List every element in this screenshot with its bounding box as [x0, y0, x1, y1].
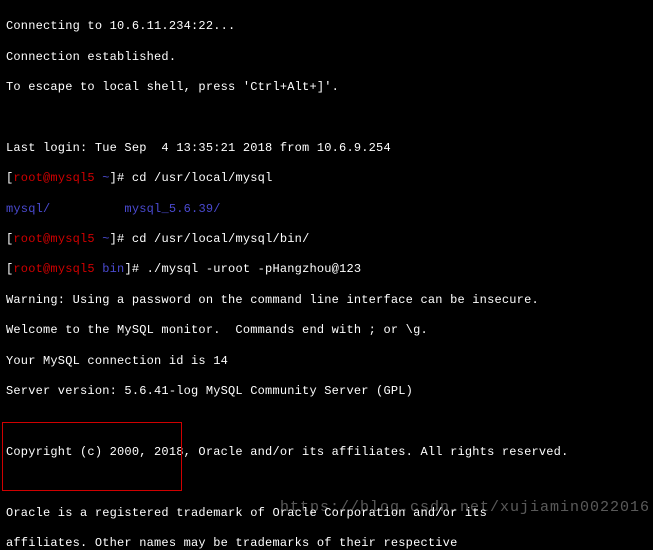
text-line: Copyright (c) 2000, 2018, Oracle and/or … [6, 445, 647, 460]
shell-prompt-line: [root@mysql5 bin]# ./mysql -uroot -pHang… [6, 262, 647, 277]
terminal-output[interactable]: Connecting to 10.6.11.234:22... Connecti… [0, 0, 653, 550]
prompt-cmd: ]# cd /usr/local/mysql [110, 171, 273, 185]
prompt-path: ~ [95, 171, 110, 185]
text-line: Last login: Tue Sep 4 13:35:21 2018 from… [6, 141, 647, 156]
watermark-text: https://blog.csdn.net/xujiamin0022016 [280, 500, 650, 515]
blank-line [6, 414, 647, 429]
prompt-path: ~ [95, 232, 110, 246]
prompt-user: root@mysql5 [13, 262, 94, 276]
shell-prompt-line: [root@mysql5 ~]# cd /usr/local/mysql [6, 171, 647, 186]
text-line: Welcome to the MySQL monitor. Commands e… [6, 323, 647, 338]
text-line: To escape to local shell, press 'Ctrl+Al… [6, 80, 647, 95]
blank-line [6, 475, 647, 490]
text-line: Connection established. [6, 50, 647, 65]
tab-option: mysql/ [6, 202, 50, 216]
blank-line [6, 110, 647, 125]
tab-completion-line: mysql/ mysql_5.6.39/ [6, 202, 647, 217]
prompt-cmd: ]# ./mysql -uroot -pHangzhou@123 [124, 262, 361, 276]
text-line: Connecting to 10.6.11.234:22... [6, 19, 647, 34]
prompt-user: root@mysql5 [13, 171, 94, 185]
text-line: affiliates. Other names may be trademark… [6, 536, 647, 550]
shell-prompt-line: [root@mysql5 ~]# cd /usr/local/mysql/bin… [6, 232, 647, 247]
tab-option: mysql_5.6.39/ [50, 202, 220, 216]
text-line: Warning: Using a password on the command… [6, 293, 647, 308]
prompt-path: bin [95, 262, 125, 276]
prompt-user: root@mysql5 [13, 232, 94, 246]
text-line: Your MySQL connection id is 14 [6, 354, 647, 369]
text-line: Server version: 5.6.41-log MySQL Communi… [6, 384, 647, 399]
prompt-cmd: ]# cd /usr/local/mysql/bin/ [110, 232, 310, 246]
